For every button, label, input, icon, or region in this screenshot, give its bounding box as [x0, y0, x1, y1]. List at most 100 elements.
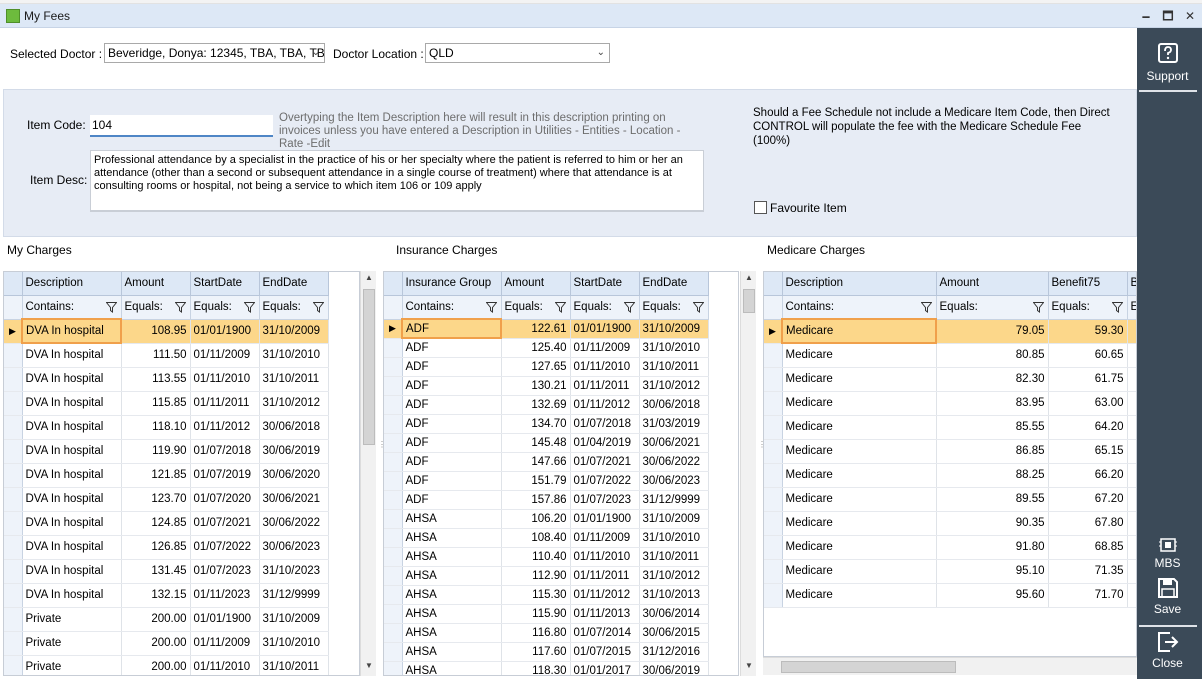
filter-icon[interactable]	[174, 301, 186, 313]
table-cell[interactable]: 01/07/2022	[190, 535, 260, 560]
table-cell[interactable]: DVA In hospital	[22, 439, 122, 464]
table-cell[interactable]: Medicare	[782, 511, 937, 536]
table-cell[interactable]: 30/06/2021	[639, 433, 709, 453]
column-header[interactable]: Amount	[936, 272, 1049, 296]
filter-icon[interactable]	[623, 301, 635, 313]
table-row[interactable]: Medicare 83.95 63.00	[764, 391, 1136, 416]
filter-cell[interactable]: E	[1127, 295, 1136, 320]
table-cell[interactable]	[1127, 535, 1136, 560]
table-row[interactable]: DVA In hospital 119.90 01/07/2018 30/06/201…	[4, 439, 329, 464]
row-indicator[interactable]	[384, 547, 403, 567]
table-cell[interactable]: DVA In hospital	[22, 391, 122, 416]
table-cell[interactable]: 01/01/1900	[570, 319, 640, 339]
table-cell[interactable]: 31/10/2010	[639, 528, 709, 548]
table-cell[interactable]: Medicare	[782, 439, 937, 464]
scroll-thumb[interactable]	[363, 289, 375, 445]
table-cell[interactable]: 01/07/2021	[570, 452, 640, 472]
close-window-button[interactable]: ✕	[1180, 7, 1200, 25]
table-row[interactable]: AHSA 112.90 01/11/2011 31/10/2012	[384, 566, 709, 586]
table-cell[interactable]	[1127, 559, 1136, 584]
filter-cell[interactable]: Equals:	[121, 295, 191, 320]
row-indicator[interactable]	[384, 395, 403, 415]
row-indicator[interactable]	[384, 376, 403, 396]
column-header[interactable]: Description	[22, 272, 122, 296]
scroll-up-icon[interactable]: ▲	[741, 273, 757, 282]
row-indicator[interactable]	[384, 452, 403, 472]
column-header[interactable]: Amount	[121, 272, 191, 296]
table-cell[interactable]: 01/01/2017	[570, 661, 640, 675]
row-indicator[interactable]	[764, 343, 783, 368]
table-cell[interactable]: 151.79	[501, 471, 571, 491]
table-cell[interactable]: 122.61	[501, 319, 571, 339]
table-cell[interactable]	[1127, 343, 1136, 368]
table-cell[interactable]: 01/11/2023	[190, 583, 260, 608]
table-cell[interactable]: 01/07/2022	[570, 471, 640, 491]
table-cell[interactable]: 30/06/2021	[259, 487, 329, 512]
table-cell[interactable]: ADF	[402, 452, 502, 472]
table-row[interactable]: Private 200.00 01/11/2010 31/10/2011	[4, 655, 329, 675]
row-indicator[interactable]	[764, 535, 783, 560]
table-cell[interactable]: 01/11/2011	[570, 566, 640, 586]
table-cell[interactable]: 61.75	[1048, 367, 1128, 392]
row-indicator[interactable]	[764, 415, 783, 440]
table-row[interactable]: Private 200.00 01/11/2009 31/10/2010	[4, 631, 329, 656]
table-cell[interactable]: 134.70	[501, 414, 571, 434]
table-cell[interactable]: 30/06/2019	[259, 439, 329, 464]
row-indicator[interactable]	[4, 343, 23, 368]
row-indicator[interactable]	[4, 511, 23, 536]
table-cell[interactable]: Medicare	[782, 391, 937, 416]
table-cell[interactable]: 01/11/2012	[570, 395, 640, 415]
table-cell[interactable]: 01/07/2014	[570, 623, 640, 643]
table-cell[interactable]: 31/10/2011	[639, 357, 709, 377]
table-cell[interactable]: 89.55	[936, 487, 1049, 512]
row-indicator[interactable]	[4, 655, 23, 675]
table-cell[interactable]: 117.60	[501, 642, 571, 662]
table-cell[interactable]: AHSA	[402, 509, 502, 529]
table-cell[interactable]: 30/06/2019	[639, 661, 709, 675]
table-row[interactable]: DVA In hospital 132.15 01/11/2023 31/12/999…	[4, 583, 329, 608]
table-cell[interactable]: AHSA	[402, 623, 502, 643]
table-cell[interactable]: 31/10/2011	[259, 367, 329, 392]
filter-icon[interactable]	[105, 301, 117, 313]
table-row[interactable]: ADF 157.86 01/07/2023 31/12/9999	[384, 490, 709, 510]
scroll-thumb[interactable]	[781, 661, 956, 673]
table-cell[interactable]	[1127, 415, 1136, 440]
table-cell[interactable]	[1127, 391, 1136, 416]
table-row[interactable]: AHSA 118.30 01/01/2017 30/06/2019	[384, 661, 709, 675]
table-cell[interactable]: 30/06/2022	[259, 511, 329, 536]
table-cell[interactable]: 106.20	[501, 509, 571, 529]
table-cell[interactable]: Private	[22, 631, 122, 656]
table-cell[interactable]: 127.65	[501, 357, 571, 377]
save-button[interactable]: Save	[1138, 577, 1197, 616]
filter-cell[interactable]: Equals:	[570, 295, 640, 320]
table-row[interactable]: DVA In hospital 131.45 01/07/2023 31/10/202…	[4, 559, 329, 584]
table-cell[interactable]: 30/06/2023	[259, 535, 329, 560]
table-cell[interactable]: AHSA	[402, 528, 502, 548]
table-cell[interactable]: 31/10/2012	[259, 391, 329, 416]
column-header[interactable]: B	[1127, 272, 1136, 296]
table-cell[interactable]: 01/11/2009	[190, 631, 260, 656]
table-cell[interactable]: DVA In hospital	[22, 583, 122, 608]
table-cell[interactable]: 01/07/2021	[190, 511, 260, 536]
row-indicator[interactable]	[384, 528, 403, 548]
table-cell[interactable]: Medicare	[782, 559, 937, 584]
table-cell[interactable]: 31/12/9999	[639, 490, 709, 510]
table-cell[interactable]: 01/07/2019	[190, 463, 260, 488]
table-cell[interactable]: 31/10/2009	[639, 319, 709, 339]
filter-icon[interactable]	[312, 301, 324, 313]
table-cell[interactable]: 01/11/2010	[570, 357, 640, 377]
table-cell[interactable]: 31/12/2016	[639, 642, 709, 662]
filter-cell[interactable]: Equals:	[259, 295, 329, 320]
table-cell[interactable]: 01/01/1900	[570, 509, 640, 529]
row-indicator[interactable]	[764, 391, 783, 416]
table-cell[interactable]: ADF	[402, 338, 502, 358]
table-cell[interactable]: AHSA	[402, 604, 502, 624]
row-indicator[interactable]	[4, 463, 23, 488]
table-cell[interactable]: 01/11/2011	[190, 391, 260, 416]
filter-icon[interactable]	[920, 301, 932, 313]
table-cell[interactable]: 30/06/2018	[639, 395, 709, 415]
filter-icon[interactable]	[1032, 301, 1044, 313]
table-cell[interactable]: ADF	[402, 357, 502, 377]
column-header[interactable]: EndDate	[639, 272, 709, 296]
table-cell[interactable]: 01/07/2018	[570, 414, 640, 434]
